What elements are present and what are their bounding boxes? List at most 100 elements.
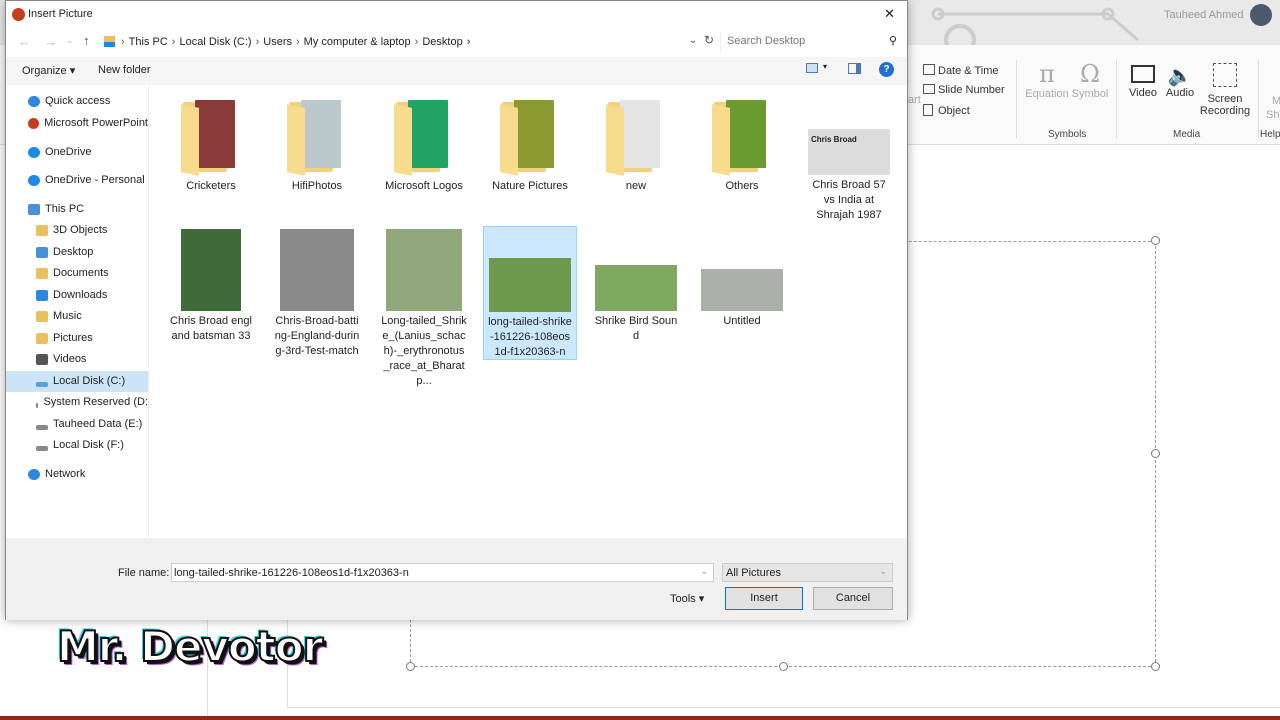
folder-item[interactable]: Cricketers [164,98,258,194]
image-thumbnail [280,229,354,311]
sidebar-item[interactable]: System Reserved (D: [6,392,148,413]
breadcrumb[interactable]: › This PC › Local Disk (C:) › Users › My comput… [101,31,701,52]
audio-button[interactable]: 🔈 Audio [1162,63,1198,99]
sidebar-item[interactable]: Pictures [6,328,148,349]
user-name[interactable]: Tauheed Ahmed [1164,9,1244,21]
breadcrumb-item[interactable]: My computer & laptop [304,36,411,48]
breadcrumb-item[interactable]: Local Disk (C:) [179,36,251,48]
search-input[interactable] [721,32,881,50]
slide-number-button[interactable]: Slide Number [923,84,1005,96]
file-name-field[interactable]: long-tailed-shrike-161226-108eos1d-f1x20… [171,563,714,582]
file-name-label: File name: [118,567,170,579]
address-dropdown-icon[interactable]: ⌄ [689,35,697,46]
image-file-item[interactable]: Chris-Broad-batting-England-during-3rd-T… [270,226,364,360]
sidebar-item[interactable]: Tauheed Data (E:) [6,414,148,435]
screen-recording-button[interactable]: Screen Recording [1198,63,1252,117]
back-arrow-icon[interactable]: ← [18,34,31,49]
video-button[interactable]: Video [1124,63,1162,99]
image-thumbnail [701,269,783,311]
insert-button[interactable]: Insert [725,587,803,610]
sidebar-item[interactable]: Quick access [6,91,148,112]
preview-pane-icon[interactable] [848,63,861,74]
chevron-right-icon[interactable]: › [467,36,471,48]
recent-chevron-icon[interactable]: ⌄ [66,35,74,46]
folder-item[interactable]: Nature Pictures [483,98,577,194]
chevron-right-icon[interactable]: › [296,36,300,48]
resize-handle[interactable] [1151,236,1160,245]
dialog-footer: File name: long-tailed-shrike-161226-108… [6,538,907,620]
chevron-right-icon[interactable]: › [256,36,260,48]
chevron-right-icon[interactable]: › [172,36,176,48]
chevron-right-icon[interactable]: › [121,36,125,48]
tools-menu[interactable]: Tools ▾ [670,592,704,605]
help-icon[interactable]: ? [879,62,894,77]
screen-recording-icon [1213,63,1237,87]
image-file-item[interactable]: Chris Broad Chris Broad 57 vs India at Sh… [802,98,896,223]
search-box[interactable]: ⚲ [720,32,903,52]
sidebar-item[interactable]: OneDrive - Personal [6,170,148,191]
sidebar-item[interactable]: Local Disk (C:) [6,371,148,392]
calendar-icon [923,64,935,75]
sidebar-item[interactable]: Desktop [6,242,148,263]
sidebar-item[interactable]: Videos [6,349,148,370]
cut-off-button[interactable]: M [1272,95,1280,107]
drive-icon [36,381,48,387]
equation-button[interactable]: π Equation [1024,60,1070,100]
new-folder-button[interactable]: New folder [98,64,151,76]
folder-icon [36,247,48,258]
sidebar-item[interactable]: This PC [6,199,148,220]
symbol-button[interactable]: Ω Symbol [1070,60,1110,100]
user-avatar[interactable] [1250,4,1272,26]
sidebar-item[interactable]: 3D Objects [6,220,148,241]
breadcrumb-item[interactable]: This PC [129,36,168,48]
item-label: Nature Pictures [492,180,568,192]
cut-off-button-2[interactable]: Sh [1266,109,1279,121]
resize-handle[interactable] [779,662,788,671]
sidebar-item[interactable]: Music [6,306,148,327]
folder-item[interactable]: HifiPhotos [270,98,364,194]
folder-item[interactable]: new [589,98,683,194]
sidebar-item-label: Desktop [53,246,94,258]
sidebar-item[interactable]: Local Disk (F:) [6,435,148,456]
file-type-select[interactable]: All Pictures ⌄ [722,563,893,582]
folder-item[interactable]: Microsoft Logos [377,98,471,194]
chevron-down-icon[interactable]: ⌄ [700,566,708,577]
view-dropdown-icon[interactable]: ▾ [823,62,827,71]
change-view-icon[interactable] [806,63,818,73]
object-button[interactable]: Object [923,104,970,117]
image-file-item[interactable]: Untitled [695,226,789,360]
breadcrumb-item[interactable]: Users [263,36,292,48]
command-bar: Organize ▾ New folder ▾ ? [6,57,907,85]
sidebar-item[interactable]: OneDrive [6,142,148,163]
up-arrow-icon[interactable]: ↑ [83,33,90,48]
cancel-button[interactable]: Cancel [813,587,893,610]
image-thumbnail [489,258,571,312]
item-label: Microsoft Logos [385,180,463,192]
item-label: Others [725,180,759,192]
sidebar-item[interactable]: Microsoft PowerPoint [6,113,148,134]
image-file-item[interactable]: Long-tailed_Shrike_(Lanius_schach)-_eryt… [377,226,471,387]
refresh-icon[interactable]: ↻ [704,33,714,47]
forward-arrow-icon[interactable]: → [44,34,57,49]
image-file-item[interactable]: long-tailed-shrike-161226-108eos1d-f1x20… [483,226,577,360]
date-time-button[interactable]: Date & Time [923,64,999,77]
breadcrumb-item[interactable]: Desktop [422,36,462,48]
folder-icon [287,98,347,176]
chevron-right-icon[interactable]: › [415,36,419,48]
image-file-item[interactable]: Chris Broad england batsman 33 [164,226,258,360]
image-file-item[interactable]: Shrike Bird Sound [589,226,683,360]
sidebar-item[interactable]: Documents [6,263,148,284]
resize-handle[interactable] [406,662,415,671]
organize-menu[interactable]: Organize ▾ [22,64,75,77]
folder-item[interactable]: Others [695,98,789,194]
close-button[interactable]: ✕ [884,6,895,22]
video-label: Video [1129,87,1157,99]
film-icon [1131,65,1155,83]
sidebar-item-label: Microsoft PowerPoint [44,117,148,129]
resize-handle[interactable] [1151,449,1160,458]
sidebar-item[interactable]: Downloads [6,285,148,306]
sidebar-item[interactable]: Network [6,464,148,485]
powerpoint-icon [28,118,40,129]
sidebar-item-label: Downloads [53,289,108,301]
resize-handle[interactable] [1151,662,1160,671]
